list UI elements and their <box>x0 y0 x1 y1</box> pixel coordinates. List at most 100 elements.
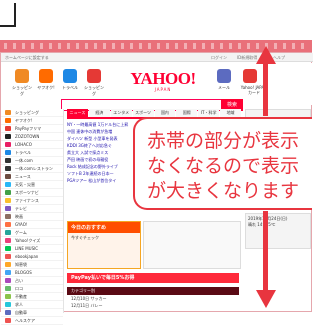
sidebar-item[interactable]: ヤフオク! <box>1 117 63 125</box>
service-icon <box>5 286 11 291</box>
sidebar-item[interactable]: ショッピング <box>1 109 63 117</box>
sidebar-item[interactable]: ZOZOTOWN <box>1 133 63 141</box>
sidebar-item[interactable]: LINE MUSIC <box>1 245 63 253</box>
arrow-up-icon <box>256 46 276 64</box>
sidebar-item-label: LOHACO <box>15 142 32 147</box>
arrow-up-shaft <box>263 62 268 116</box>
sidebar-item[interactable]: ニュース <box>1 173 63 181</box>
service-icon <box>5 230 11 235</box>
yahoo-logo[interactable]: YAHOO! <box>123 69 203 89</box>
sidebar-item[interactable]: 映画 <box>1 213 63 221</box>
sidebar-item[interactable]: 求人 <box>1 301 63 309</box>
sidebar-item[interactable]: 一休.comレストラン <box>1 165 63 173</box>
sidebar-item[interactable]: ロコ <box>1 285 63 293</box>
sidebar-item[interactable]: 一休.com <box>1 157 63 165</box>
sidebar-item-label: ゲーム <box>15 230 27 235</box>
news-tab[interactable]: スポーツ <box>132 109 154 117</box>
corner-bracket <box>0 3 16 27</box>
sidebar-item-label: ZOZOTOWN <box>15 134 40 139</box>
callout-line-3: が大きくなります <box>147 180 300 202</box>
card-icon[interactable] <box>243 69 257 83</box>
news-tab[interactable]: エンタメ <box>110 109 132 117</box>
sidebar-item-label: 一休.comレストラン <box>15 166 53 171</box>
weather-text: 晴れ 14℃/5℃ <box>248 222 276 227</box>
news-tab[interactable]: 国際 <box>176 109 198 117</box>
news-tab[interactable]: 地域 <box>220 109 241 117</box>
news-tab[interactable]: IT・科学 <box>198 109 220 117</box>
service-icon <box>5 110 11 115</box>
sidebar-item-label: LINE MUSIC <box>15 246 39 251</box>
sidebar-item[interactable]: ゲーム <box>1 229 63 237</box>
sidebar-item[interactable]: ebookjapan <box>1 253 63 261</box>
callout-line-2: なくなるので表示 <box>147 155 300 177</box>
service-icon <box>5 142 11 147</box>
sidebar-item[interactable]: 自動車 <box>1 309 63 317</box>
service-label: ヤフオク! <box>37 85 55 90</box>
sidebar-item[interactable]: BLOGOS <box>1 269 63 277</box>
sidebar-item-label: 知恵袋 <box>15 262 27 267</box>
arrow-down-icon <box>256 290 276 308</box>
sidebar-item[interactable]: ヘルスケア <box>1 317 63 325</box>
sidebar-item[interactable]: テレビ <box>1 205 63 213</box>
service-icon <box>5 310 11 315</box>
sidebar-item-label: ヤフオク! <box>15 118 33 123</box>
sidebar-item-label: GYAO! <box>15 222 28 227</box>
service-icon <box>5 166 11 171</box>
auction-icon[interactable] <box>39 69 53 83</box>
shopping-icon[interactable] <box>15 69 29 83</box>
paypay-banner[interactable]: PayPay払いで毎日5%お得 <box>67 273 239 283</box>
sidebar-item[interactable]: 知恵袋 <box>1 261 63 269</box>
sidebar-item[interactable]: 不動産 <box>1 293 63 301</box>
service-icon <box>5 174 11 179</box>
service-icon <box>5 198 11 203</box>
sidebar-item[interactable]: Yahoo!クイズ <box>1 237 63 245</box>
service-icon <box>5 302 11 307</box>
sidebar-item-label: 天気・災害 <box>15 182 35 187</box>
service-icon <box>5 206 11 211</box>
service-icon <box>5 246 11 251</box>
sidebar-item-label: 映画 <box>15 214 23 219</box>
sidebar-item[interactable]: LOHACO <box>1 141 63 149</box>
sidebar-item-label: 求人 <box>15 302 23 307</box>
sidebar-item-label: トラベル <box>15 150 31 155</box>
service-icon <box>5 214 11 219</box>
sidebar-item-label: ショッピング <box>15 110 39 115</box>
calendar-row[interactable]: 12月11日 バレー <box>67 303 239 309</box>
store-icon[interactable] <box>87 69 101 83</box>
sidebar-item[interactable]: GYAO! <box>1 221 63 229</box>
promo-thumbnails[interactable] <box>143 221 241 269</box>
service-icon <box>5 126 11 131</box>
service-label: ショッピング <box>84 85 104 96</box>
service-icon <box>5 190 11 195</box>
screenshot-top-strip <box>0 0 312 40</box>
news-tab[interactable]: 経済 <box>88 109 110 117</box>
service-icon <box>5 158 11 163</box>
service-sidebar: ショッピング ヤフオク! PayPayフリマ ZOZOTOWN LOHACO トラベル一休… <box>1 109 64 325</box>
sidebar-item-label: 自動車 <box>15 310 27 315</box>
promo-box[interactable]: 今日のおすすめ 今すぐチェック <box>67 221 141 269</box>
news-tab[interactable]: 国内 <box>154 109 176 117</box>
service-icon <box>5 254 11 259</box>
service-icon <box>5 150 11 155</box>
sidebar-item-label: ebookjapan <box>15 254 39 259</box>
sidebar-item[interactable]: 天気・災害 <box>1 181 63 189</box>
callout-line-1: 赤帯の部分が表示 <box>147 130 300 152</box>
promo-title: 今日のおすすめ <box>68 222 140 233</box>
sidebar-item[interactable]: PayPayフリマ <box>1 125 63 133</box>
service-label: ショッピング <box>12 85 32 96</box>
signup-link[interactable]: ID新規取得 <box>237 53 257 62</box>
login-link[interactable]: ログイン <box>211 53 227 62</box>
service-icon <box>5 294 11 299</box>
sidebar-item[interactable]: トラベル <box>1 149 63 157</box>
news-tab[interactable]: ニュース <box>67 109 88 117</box>
sidebar-item-label: ファイナンス <box>15 198 39 203</box>
travel-icon[interactable] <box>63 69 77 83</box>
sidebar-item[interactable]: ファイナンス <box>1 197 63 205</box>
calendar-row[interactable]: 12月10日 サッカー <box>67 296 239 302</box>
mail-icon[interactable] <box>217 69 231 83</box>
service-icon <box>5 270 11 275</box>
sidebar-item[interactable]: 占い <box>1 277 63 285</box>
set-homepage-label: ホームページに設定する <box>5 55 49 60</box>
annotation-callout: 赤帯の部分が表示 なくなるので表示 が大きくなります <box>133 117 312 210</box>
sidebar-item[interactable]: スポーツナビ <box>1 189 63 197</box>
